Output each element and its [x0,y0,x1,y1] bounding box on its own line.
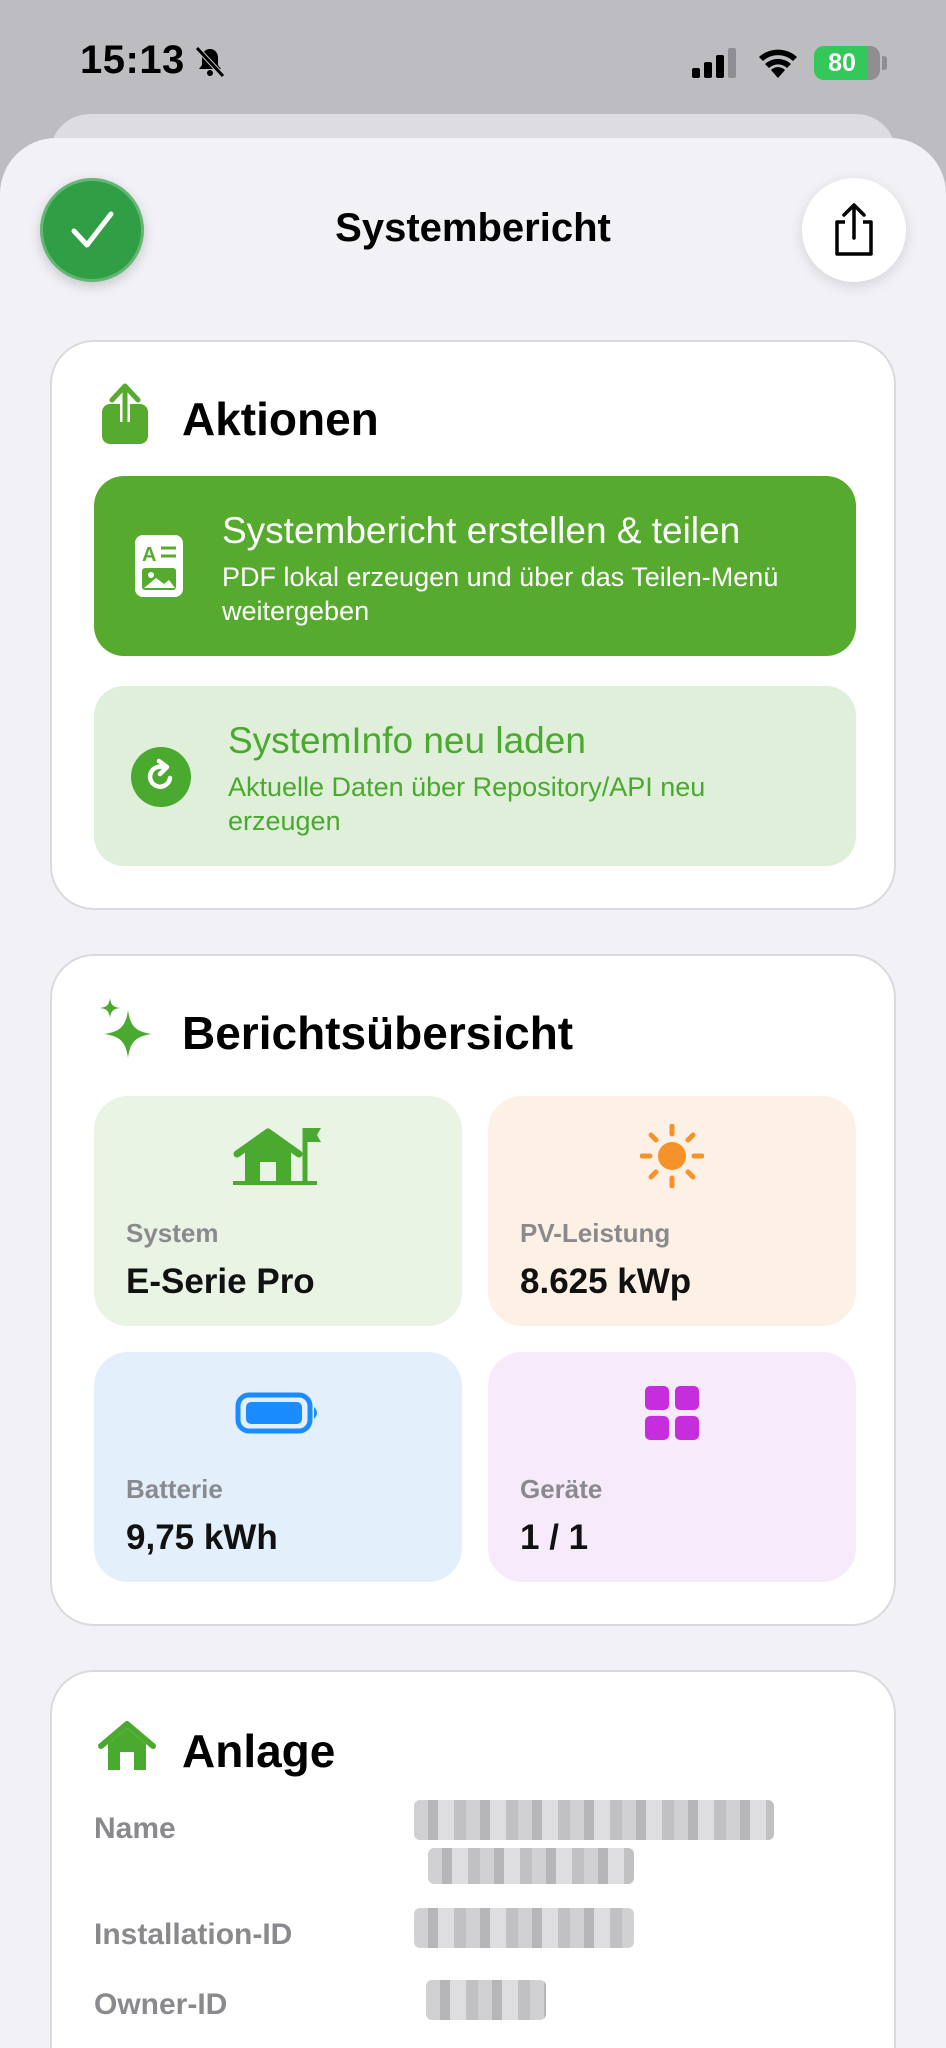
devices-value: 1 / 1 [520,1518,589,1557]
installation-title: Anlage [182,1725,336,1777]
create-share-report-title: Systembericht erstellen & teilen [222,510,741,551]
battery-label: Batterie [126,1474,223,1504]
grid-icon [645,1386,699,1440]
owner-id-value-redacted [426,1980,546,2020]
wifi-icon [759,49,797,78]
overview-title: Berichtsübersicht [182,1007,574,1059]
name-value-redacted-line2 [428,1848,634,1884]
pv-power-tile: PV-Leistung 8.625 kWp [488,1096,856,1326]
share-button[interactable] [802,178,906,282]
name-label: Name [94,1812,176,1845]
owner-id-label: Owner-ID [94,1988,228,2021]
house-flag-icon [233,1128,321,1185]
reload-systeminfo-subtitle: Aktuelle Daten über Repository/API neu e… [228,772,706,836]
house-icon [98,1721,156,1770]
devices-tile: Geräte 1 / 1 [488,1352,856,1582]
actions-card: Aktionen A Systembericht erstellen & tei… [50,340,896,910]
svg-text:A: A [142,544,156,566]
create-share-report-subtitle: PDF lokal erzeugen und über das Teilen-M… [222,562,779,626]
battery-tile: Batterie 9,75 kWh [94,1352,462,1582]
sun-icon [640,1124,704,1188]
overview-card: Berichtsübersicht System E-Serie Pro PV-… [50,954,896,1626]
battery-status-icon: 80 [814,46,880,80]
bell-slash-icon [195,46,225,78]
system-tile: System E-Serie Pro [94,1096,462,1326]
system-value: E-Serie Pro [126,1262,315,1301]
devices-label: Geräte [520,1474,603,1504]
battery-cap [882,56,887,70]
pv-power-label: PV-Leistung [520,1218,671,1248]
system-label: System [126,1218,219,1248]
document-icon: A [135,535,183,597]
battery-icon [235,1392,317,1434]
share-icon [835,203,873,256]
reload-systeminfo-button[interactable]: SystemInfo neu laden Aktuelle Daten über… [94,686,856,866]
reload-systeminfo-title: SystemInfo neu laden [228,720,586,761]
status-bar: 15:13 80 [0,0,946,120]
installation-id-label: Installation-ID [94,1918,293,1951]
share-upload-icon [102,383,148,444]
installation-id-value-redacted [414,1908,634,1948]
reload-icon [131,747,191,807]
actions-title: Aktionen [182,393,379,445]
status-time: 15:13 [80,38,185,82]
name-value-redacted [414,1800,774,1840]
battery-percent: 80 [828,49,856,77]
sparkles-icon [100,998,152,1058]
pv-power-value: 8.625 kWp [520,1262,692,1301]
battery-value: 9,75 kWh [126,1518,278,1557]
installation-card: Anlage Name Installation-ID Owner-ID [50,1670,896,2048]
create-share-report-button[interactable]: A Systembericht erstellen & teilen PDF l… [94,476,856,656]
cellular-signal-icon [692,48,736,78]
